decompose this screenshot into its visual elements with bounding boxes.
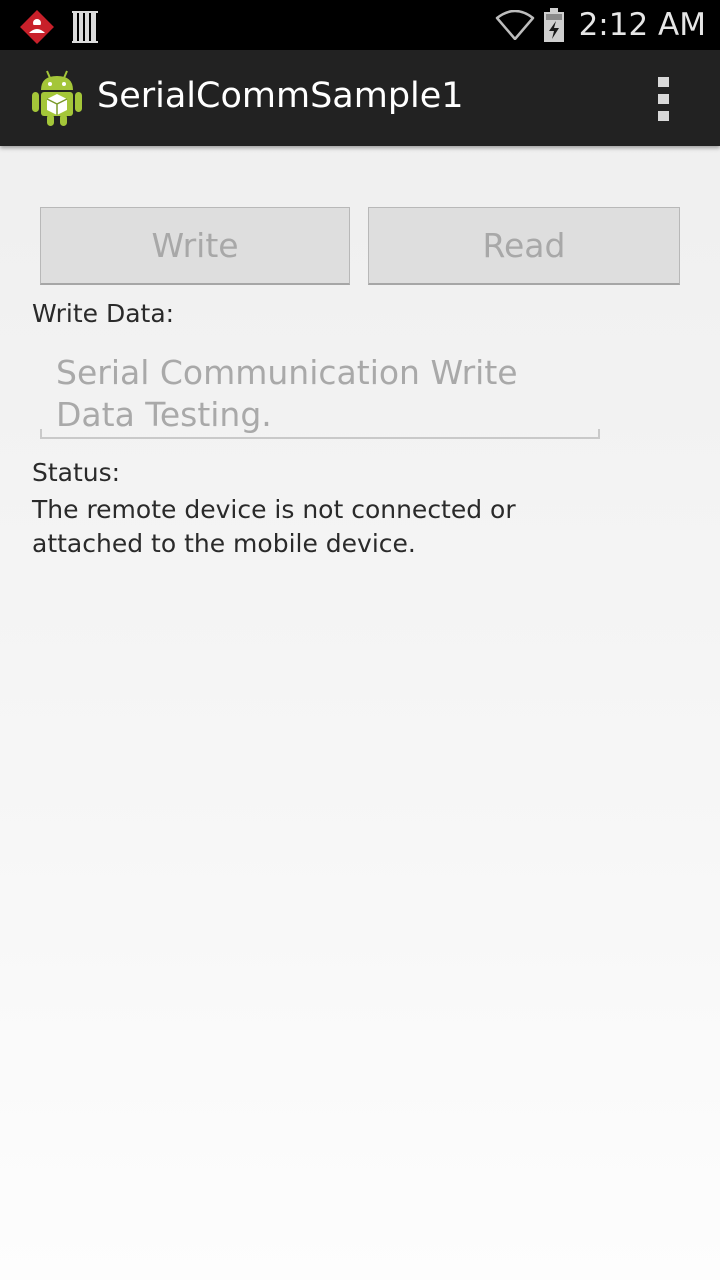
clock: 2:12 AM — [578, 7, 706, 43]
barcode-scanner-icon — [72, 11, 98, 43]
battery-charging-icon — [543, 8, 565, 42]
android-robot-icon[interactable] — [30, 68, 84, 128]
write-data-field[interactable]: Serial Communication Write Data Testing. — [38, 347, 602, 447]
status-bar: 2:12 AM — [0, 0, 720, 50]
system-tray: 2:12 AM — [495, 0, 706, 50]
field-underline-right-tick — [598, 429, 600, 439]
app-title: SerialCommSample1 — [97, 76, 464, 116]
notification-area — [18, 8, 98, 46]
status-message: The remote device is not connected or at… — [32, 495, 516, 558]
write-button[interactable]: Write — [40, 207, 350, 285]
write-data-label: Write Data: — [32, 299, 175, 328]
write-data-value[interactable]: Serial Communication Write Data Testing. — [56, 352, 556, 436]
status-label: Status: — [32, 458, 121, 487]
wifi-icon — [495, 9, 535, 41]
action-bar: SerialCommSample1 — [0, 50, 720, 146]
overflow-menu-icon[interactable] — [650, 74, 678, 122]
red-diamond-app-icon — [18, 8, 56, 46]
field-underline-left-tick — [40, 429, 42, 439]
field-underline — [40, 437, 600, 439]
read-button[interactable]: Read — [368, 207, 680, 285]
